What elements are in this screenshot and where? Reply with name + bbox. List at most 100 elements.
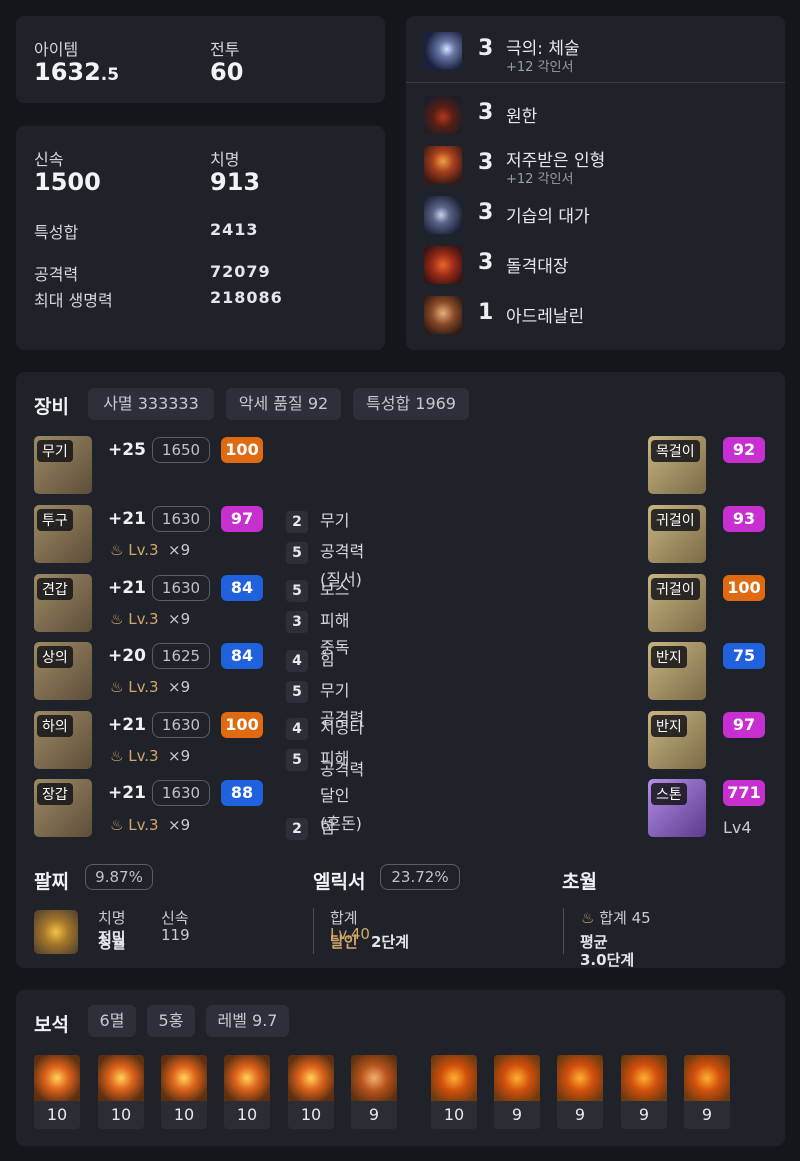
item-level-pill: 1630	[152, 506, 210, 532]
enhance-level: +21	[108, 715, 146, 735]
elixir-set: 달인	[330, 933, 358, 951]
swift-label: 신속	[34, 150, 64, 169]
engraving-item[interactable]: 3 돌격대장	[406, 246, 786, 286]
elixir-count: ×9	[168, 747, 191, 765]
gems-chip: 레벨 9.7	[206, 1005, 289, 1037]
enhance-level: +21	[108, 783, 146, 803]
elixir-count: ×9	[168, 678, 191, 696]
elixir-count: ×9	[168, 610, 191, 628]
elixir-effect-overflow: 공격력	[320, 760, 365, 779]
grudge-icon	[424, 96, 462, 134]
bracelet-stat: 신속	[161, 909, 189, 927]
enhance-level: +20	[108, 646, 146, 666]
stone-slot[interactable]: 스톤	[648, 779, 706, 837]
engraving-item[interactable]: 3 극의: 체술 +12 각인서	[406, 32, 786, 75]
elixir-effect: 5 공격력	[286, 538, 364, 564]
attack-label: 공격력	[34, 265, 79, 284]
transcend-avg-value: 3.0단계	[580, 951, 635, 969]
quality-badge: 100	[723, 575, 765, 601]
slot-label: 반지	[651, 715, 687, 737]
bracelet-title: 팔찌	[34, 871, 69, 893]
engraving-level: 3	[478, 100, 494, 125]
slot-label: 견갑	[37, 578, 73, 600]
divider	[406, 82, 785, 83]
engraving-name: 돌격대장	[506, 257, 569, 277]
doom-gem[interactable]: 10	[34, 1055, 80, 1129]
max-hp-value: 218086	[210, 288, 283, 307]
equipment-chip: 특성합 1969	[353, 388, 469, 420]
ring-slot[interactable]: 반지	[648, 642, 706, 700]
item-level-pill: 1650	[152, 437, 210, 463]
transcend-title: 초월	[562, 871, 597, 893]
quality-badge: 97	[221, 506, 263, 532]
elixir-level: ♨ Lv.3	[110, 747, 159, 765]
shoulder-slot[interactable]: 견갑	[34, 574, 92, 632]
attack-value: 72079	[210, 262, 271, 281]
gloves-slot[interactable]: 장갑	[34, 779, 92, 837]
combat-level-value: 60	[210, 58, 244, 86]
max-hp-label: 최대 생명력	[34, 291, 113, 310]
engraving-item[interactable]: 1 아드레날린	[406, 296, 786, 336]
helmet-slot[interactable]: 투구	[34, 505, 92, 563]
crimson-gem[interactable]: 10	[431, 1055, 477, 1129]
slot-label: 귀걸이	[651, 578, 700, 600]
engraving-name: 아드레날린	[506, 307, 585, 327]
weapon-slot[interactable]: 무기	[34, 436, 92, 494]
bracelet-pct: 9.87%	[85, 864, 153, 890]
equipment-chip: 악세 품질 92	[226, 388, 341, 420]
engraving-level: 1	[478, 300, 494, 325]
ring-slot[interactable]: 반지	[648, 711, 706, 769]
doom-gem[interactable]: 10	[224, 1055, 270, 1129]
slot-label: 투구	[37, 509, 73, 531]
chest-slot[interactable]: 상의	[34, 642, 92, 700]
slot-label: 스톤	[651, 783, 687, 805]
elixir-step: 2단계	[371, 933, 410, 951]
bracelet-effect: 청월	[98, 934, 126, 952]
gems-chip: 6멸	[88, 1005, 136, 1037]
doom-gem[interactable]: 10	[98, 1055, 144, 1129]
earring-slot[interactable]: 귀걸이	[648, 505, 706, 563]
elixir-effect: 5 무기	[286, 677, 349, 703]
crimson-gem[interactable]: 9	[621, 1055, 667, 1129]
elixir-level: ♨ Lv.3	[110, 816, 159, 834]
enhance-level: +25	[108, 440, 146, 460]
engravings-card: 3 극의: 체술 +12 각인서 3 원한 3 저주받은 인형 +12 각인서 …	[406, 16, 785, 350]
engraving-item[interactable]: 3 저주받은 인형 +12 각인서	[406, 146, 786, 187]
quality-badge: 75	[723, 643, 765, 669]
elixir-pct: 23.72%	[380, 864, 460, 890]
earring-slot[interactable]: 귀걸이	[648, 574, 706, 632]
item-level-pill: 1630	[152, 575, 210, 601]
elixir-level: ♨ Lv.3	[110, 678, 159, 696]
doom-gem[interactable]: 9	[351, 1055, 397, 1129]
crimson-gem[interactable]: 9	[494, 1055, 540, 1129]
item-level-label: 아이템	[34, 40, 79, 59]
bracelet-icon[interactable]	[34, 910, 78, 954]
elixir-effect: 4 치명타	[286, 714, 364, 740]
trait-sum-value: 2413	[210, 220, 259, 239]
adrenaline-icon	[424, 296, 462, 334]
crimson-gem[interactable]: 9	[684, 1055, 730, 1129]
quality-badge: 84	[221, 643, 263, 669]
elixir-effect: 4힘	[286, 646, 335, 672]
divider	[563, 908, 564, 954]
necklace-slot[interactable]: 목걸이	[648, 436, 706, 494]
engraving-item[interactable]: 3 기습의 대가	[406, 196, 786, 236]
quality-badge: 84	[221, 575, 263, 601]
gems-chip: 5홍	[147, 1005, 195, 1037]
engraving-item[interactable]: 3 원한	[406, 96, 786, 136]
item-level-pill: 1630	[152, 780, 210, 806]
gems-card: 보석 6멸 5홍 레벨 9.7 10 10 10 10 10 9 10 9 9 …	[16, 990, 785, 1146]
doom-gem[interactable]: 10	[288, 1055, 334, 1129]
item-level-pill: 1630	[152, 712, 210, 738]
crimson-gem[interactable]: 9	[557, 1055, 603, 1129]
ambush-icon	[424, 196, 462, 234]
elixir-title: 엘릭서	[313, 871, 366, 893]
elixir-effect: 5 보스	[286, 576, 349, 602]
swift-value: 1500	[34, 168, 101, 196]
gems-title: 보석	[34, 1014, 69, 1036]
engraving-level: 3	[478, 36, 494, 61]
quality-badge: 97	[723, 712, 765, 738]
doom-gem[interactable]: 10	[161, 1055, 207, 1129]
pants-slot[interactable]: 하의	[34, 711, 92, 769]
slot-label: 장갑	[37, 783, 73, 805]
